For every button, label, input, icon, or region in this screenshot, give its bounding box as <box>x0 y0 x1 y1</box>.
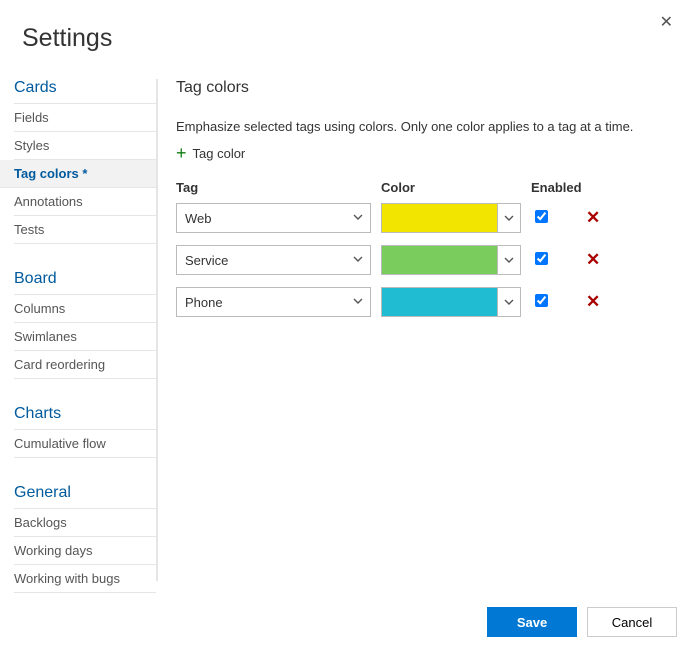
sidebar-item[interactable]: Styles <box>14 132 156 160</box>
tag-select[interactable]: Service <box>176 245 371 275</box>
add-label: Tag color <box>193 146 246 161</box>
close-icon[interactable]: ✕ <box>660 12 673 32</box>
color-select[interactable] <box>381 287 521 317</box>
sidebar-item[interactable]: Columns <box>14 295 156 323</box>
tag-select-value: Service <box>177 253 346 268</box>
color-select[interactable] <box>381 245 521 275</box>
sidebar-group-header: Cards <box>14 79 156 104</box>
delete-row-icon[interactable]: ✕ <box>586 250 600 270</box>
color-select[interactable] <box>381 203 521 233</box>
sidebar-group-header: Charts <box>14 399 156 430</box>
col-header-tag: Tag <box>176 180 371 203</box>
sidebar-item[interactable]: Tag colors * <box>0 160 156 188</box>
chevron-down-icon <box>497 245 521 275</box>
tag-select[interactable]: Web <box>176 203 371 233</box>
sidebar-group-header: Board <box>14 264 156 295</box>
sidebar-item[interactable]: Cumulative flow <box>14 430 156 458</box>
sidebar-item[interactable]: Backlogs <box>14 509 156 537</box>
delete-row-icon[interactable]: ✕ <box>586 208 600 228</box>
chevron-down-icon <box>346 253 370 268</box>
tag-select-value: Phone <box>177 295 346 310</box>
sidebar: CardsFieldsStylesTag colors *Annotations… <box>0 79 158 581</box>
chevron-down-icon <box>346 295 370 310</box>
color-swatch <box>381 245 497 275</box>
chevron-down-icon <box>346 211 370 226</box>
section-title: Tag colors <box>176 79 671 97</box>
sidebar-group-header: General <box>14 478 156 509</box>
enabled-checkbox[interactable] <box>535 294 548 307</box>
save-button[interactable]: Save <box>487 607 577 637</box>
tag-select[interactable]: Phone <box>176 287 371 317</box>
color-swatch <box>381 287 497 317</box>
sidebar-item[interactable]: Tests <box>14 216 156 244</box>
delete-row-icon[interactable]: ✕ <box>586 292 600 312</box>
sidebar-item[interactable]: Fields <box>14 104 156 132</box>
enabled-checkbox[interactable] <box>535 210 548 223</box>
tag-select-value: Web <box>177 211 346 226</box>
sidebar-item[interactable]: Swimlanes <box>14 323 156 351</box>
content-panel: Tag colors Emphasize selected tags using… <box>158 79 691 581</box>
add-tag-color-button[interactable]: + Tag color <box>176 144 671 162</box>
dialog-footer: Save Cancel <box>487 607 677 637</box>
chevron-down-icon <box>497 203 521 233</box>
cancel-button[interactable]: Cancel <box>587 607 677 637</box>
sidebar-item[interactable]: Card reordering <box>14 351 156 379</box>
sidebar-item[interactable]: Working days <box>14 537 156 565</box>
dialog-title: Settings <box>0 0 691 61</box>
section-description: Emphasize selected tags using colors. On… <box>176 119 671 134</box>
col-header-color: Color <box>381 180 521 203</box>
color-swatch <box>381 203 497 233</box>
col-header-enabled: Enabled <box>531 180 576 203</box>
plus-icon: + <box>176 144 187 162</box>
sidebar-item[interactable]: Annotations <box>14 188 156 216</box>
sidebar-item[interactable]: Working with bugs <box>14 565 156 593</box>
chevron-down-icon <box>497 287 521 317</box>
enabled-checkbox[interactable] <box>535 252 548 265</box>
